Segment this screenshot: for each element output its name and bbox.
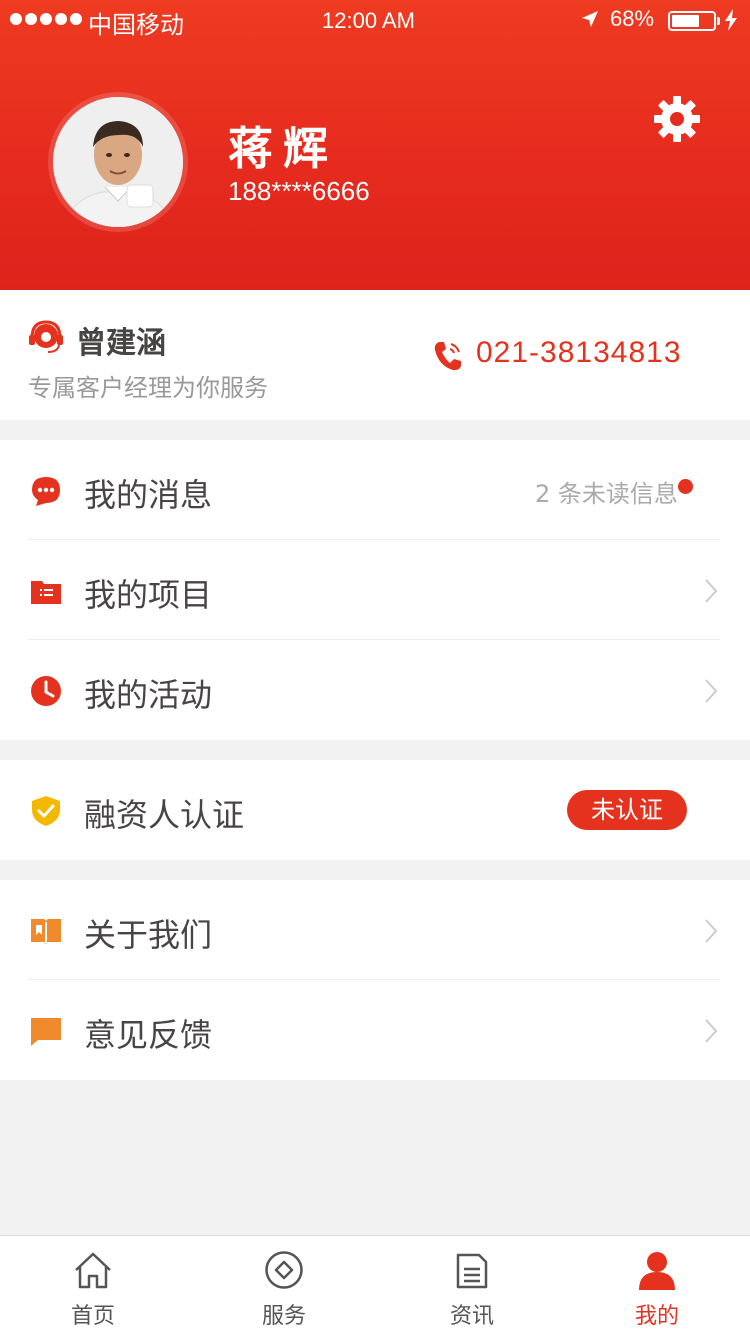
- feedback-label: 意见反馈: [84, 1016, 213, 1054]
- certification-status-button[interactable]: 未认证: [567, 790, 687, 830]
- tab-home[interactable]: 首页: [33, 1236, 153, 1334]
- tab-service-label: 服务: [261, 1304, 306, 1329]
- messages-label: 我的消息: [84, 476, 213, 514]
- phone-icon[interactable]: [433, 340, 463, 372]
- tab-news[interactable]: 资讯: [412, 1236, 532, 1334]
- headset-icon: [29, 320, 63, 353]
- about-label: 关于我们: [84, 916, 213, 954]
- certification-label: 融资人认证: [84, 796, 245, 834]
- battery-level-fill: [672, 15, 699, 27]
- bottom-tab-bar: 首页 服务 资讯 我的: [0, 1235, 750, 1334]
- menu-group-info: 关于我们 意见反馈: [0, 880, 750, 1080]
- charging-bolt-icon: [725, 9, 737, 31]
- account-manager-card: 曾建涵 专属客户经理为你服务 021-38134813: [0, 290, 750, 420]
- manager-name: 曾建涵: [76, 326, 166, 361]
- tab-mine[interactable]: 我的: [597, 1236, 717, 1334]
- status-bar: 中国移动 12:00 AM 68%: [0, 0, 750, 40]
- menu-item-feedback[interactable]: 意见反馈: [0, 980, 750, 1080]
- service-icon: [265, 1251, 303, 1289]
- manager-subtitle: 专属客户经理为你服务: [28, 374, 268, 402]
- menu-item-about[interactable]: 关于我们: [0, 880, 750, 980]
- book-icon: [31, 919, 61, 945]
- activities-label: 我的活动: [84, 676, 213, 714]
- location-arrow-icon: [582, 11, 598, 27]
- menu-item-messages[interactable]: 我的消息 2 条未读信息: [0, 440, 750, 540]
- status-time: 12:00 AM: [322, 8, 415, 33]
- carrier-name: 中国移动: [88, 11, 184, 39]
- unread-count: 2 条未读信息: [535, 480, 678, 508]
- tab-news-label: 资讯: [449, 1304, 494, 1329]
- tab-mine-label: 我的: [634, 1304, 679, 1329]
- menu-item-activities[interactable]: 我的活动: [0, 640, 750, 740]
- menu-item-projects[interactable]: 我的项目: [0, 540, 750, 640]
- avatar-photo: [53, 97, 183, 227]
- chevron-right-icon: [705, 579, 718, 603]
- user-phone: 188****6666: [228, 176, 370, 206]
- news-icon: [456, 1253, 488, 1289]
- menu-item-certification[interactable]: 融资人认证 未认证: [0, 760, 750, 860]
- signal-strength-icon: [10, 13, 82, 25]
- battery-percent: 68%: [610, 6, 655, 31]
- profile-header: 中国移动 12:00 AM 68% 蒋辉 188****6666: [0, 0, 750, 290]
- home-icon: [75, 1252, 111, 1289]
- gear-icon[interactable]: [654, 96, 700, 142]
- chevron-right-icon: [705, 1019, 718, 1043]
- tab-service[interactable]: 服务: [224, 1236, 344, 1334]
- user-name: 蒋辉: [228, 122, 339, 175]
- folder-icon: [31, 581, 61, 604]
- menu-group-certification: 融资人认证 未认证: [0, 760, 750, 860]
- menu-group-main: 我的消息 2 条未读信息 我的项目 我的活动: [0, 440, 750, 740]
- user-icon: [639, 1252, 675, 1290]
- tab-home-label: 首页: [70, 1304, 115, 1329]
- shield-icon: [32, 796, 60, 826]
- feedback-icon: [31, 1018, 61, 1046]
- manager-phone-number[interactable]: 021-38134813: [476, 336, 682, 370]
- battery-icon: [668, 11, 716, 31]
- message-icon: [32, 477, 60, 506]
- chevron-right-icon: [705, 679, 718, 703]
- chevron-right-icon: [705, 919, 718, 943]
- battery-tip: [717, 17, 720, 25]
- unread-dot: [678, 479, 693, 494]
- projects-label: 我的项目: [84, 576, 213, 614]
- avatar[interactable]: [48, 92, 188, 232]
- clock-icon: [31, 676, 61, 706]
